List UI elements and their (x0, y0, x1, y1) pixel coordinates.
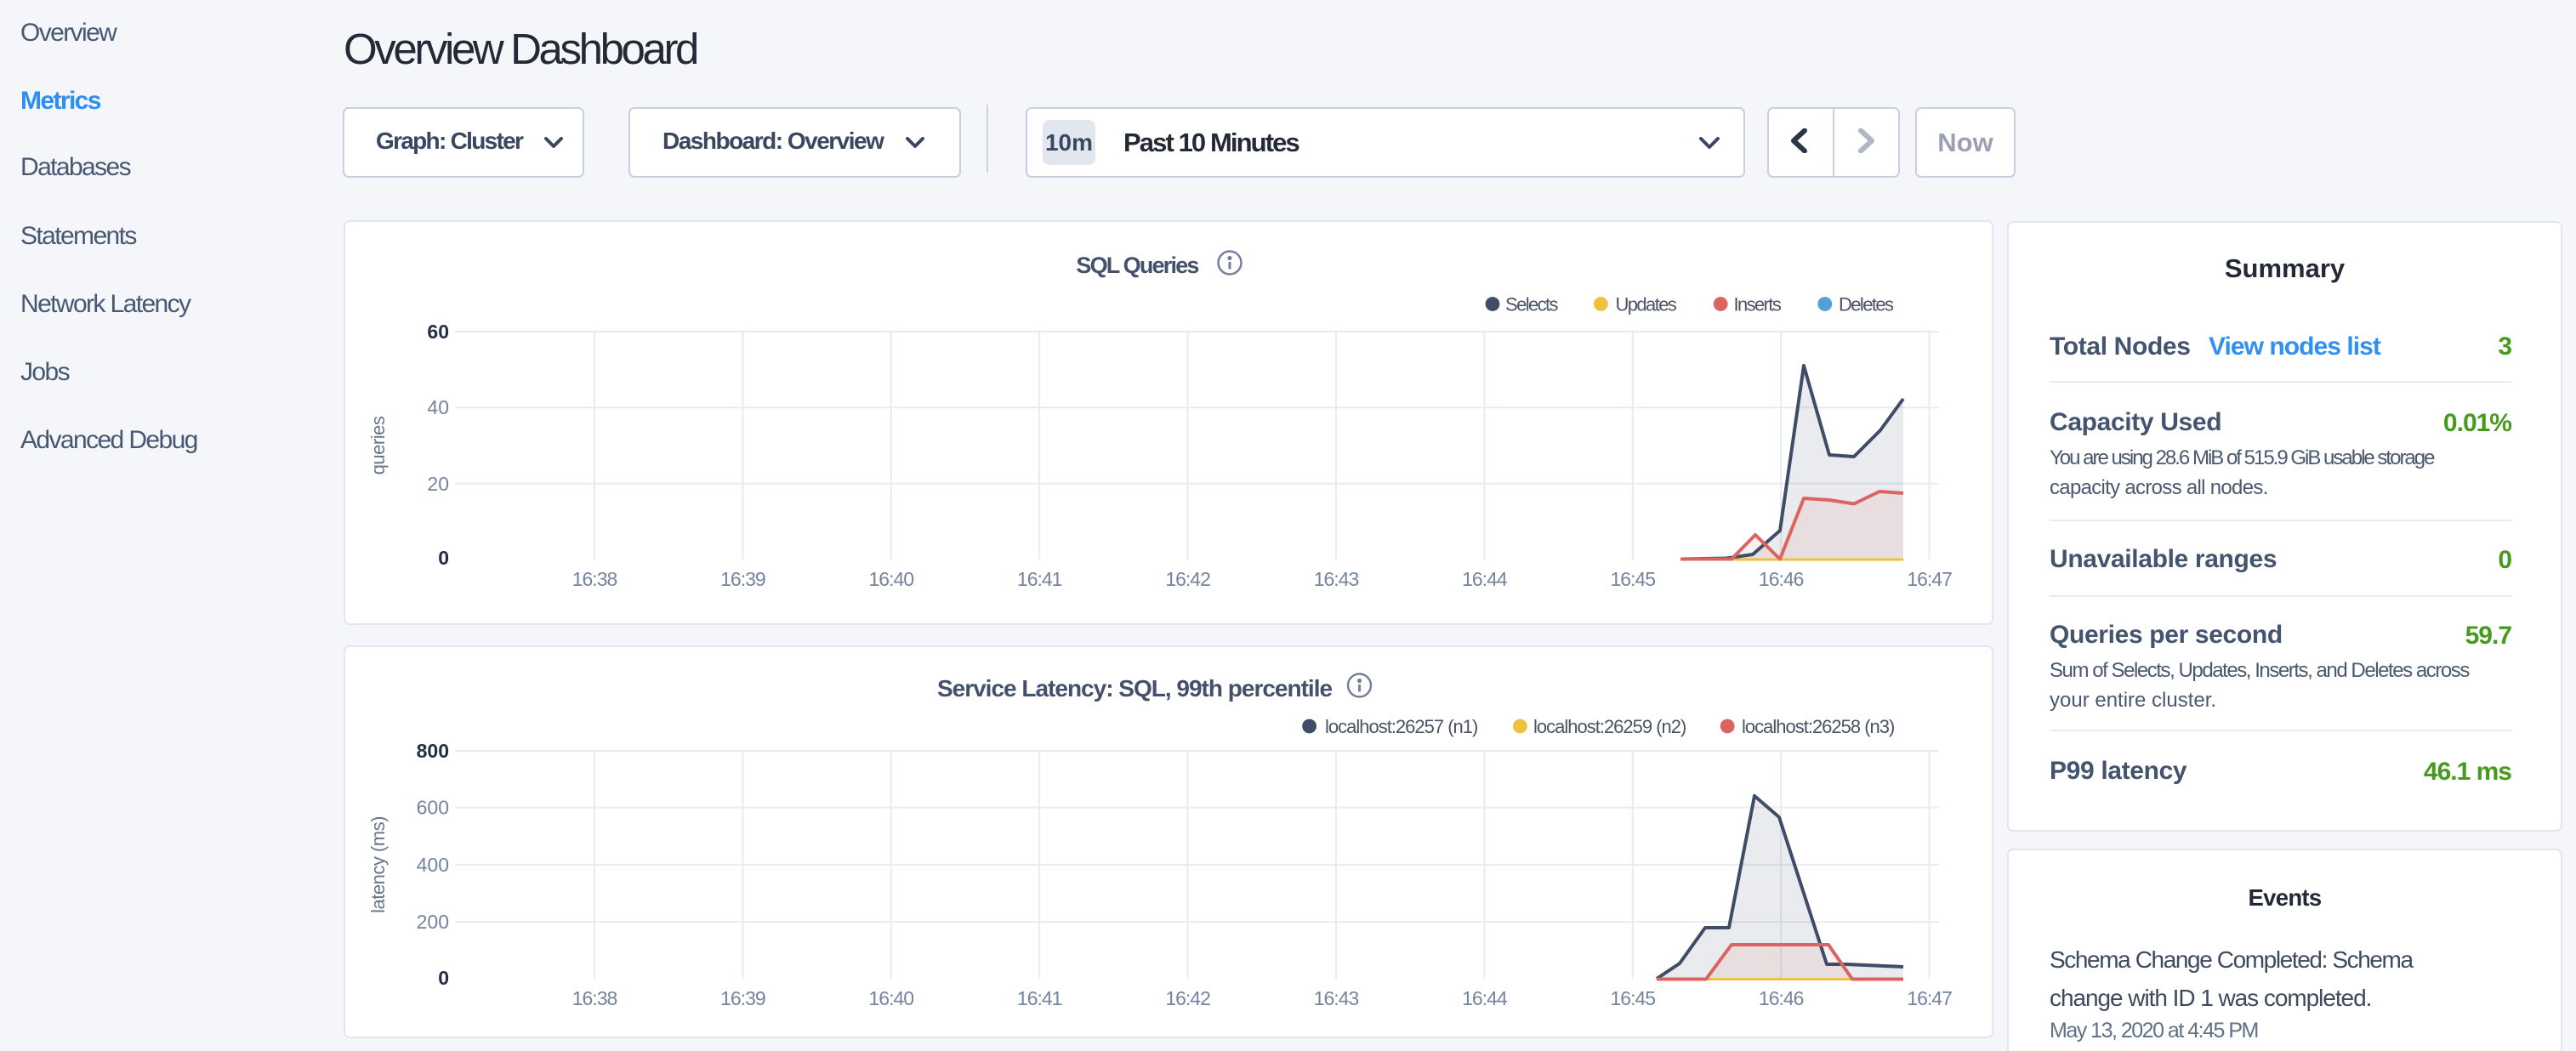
svg-text:16:38: 16:38 (572, 987, 617, 1009)
svg-text:800: 800 (417, 740, 449, 762)
svg-text:400: 400 (417, 854, 449, 876)
svg-text:16:43: 16:43 (1314, 987, 1359, 1009)
svg-text:16:39: 16:39 (720, 987, 765, 1009)
svg-text:latency (ms): latency (ms) (367, 816, 389, 913)
svg-text:Service Latency: SQL, 99th per: Service Latency: SQL, 99th percentile (937, 675, 1333, 702)
svg-text:localhost:26259 (n2): localhost:26259 (n2) (1533, 716, 1686, 737)
svg-text:16:47: 16:47 (1907, 987, 1952, 1009)
svg-text:16:41: 16:41 (1017, 987, 1062, 1009)
svg-text:0: 0 (438, 967, 449, 989)
svg-text:localhost:26257 (n1): localhost:26257 (n1) (1325, 716, 1477, 737)
svg-text:16:46: 16:46 (1759, 987, 1804, 1009)
svg-text:16:42: 16:42 (1165, 987, 1210, 1009)
svg-text:16:43: 16:43 (1314, 568, 1359, 590)
svg-text:16:46: 16:46 (1759, 568, 1804, 590)
svg-text:16:38: 16:38 (572, 568, 617, 590)
svg-text:600: 600 (417, 797, 449, 819)
svg-text:16:41: 16:41 (1017, 568, 1062, 590)
svg-text:16:40: 16:40 (869, 987, 914, 1009)
svg-text:40: 40 (427, 396, 449, 418)
svg-text:localhost:26258 (n3): localhost:26258 (n3) (1742, 716, 1894, 737)
svg-text:Inserts: Inserts (1734, 294, 1782, 315)
svg-text:Selects: Selects (1505, 294, 1559, 315)
svg-text:queries: queries (367, 416, 389, 474)
svg-text:16:44: 16:44 (1462, 987, 1508, 1009)
svg-text:60: 60 (427, 321, 449, 343)
svg-text:0: 0 (438, 547, 449, 569)
svg-text:SQL Queries: SQL Queries (1076, 253, 1198, 278)
svg-text:Updates: Updates (1616, 294, 1677, 315)
svg-text:16:44: 16:44 (1462, 568, 1508, 590)
svg-text:200: 200 (417, 911, 449, 933)
svg-text:Deletes: Deletes (1839, 294, 1894, 315)
svg-text:16:39: 16:39 (720, 568, 765, 590)
svg-text:16:45: 16:45 (1611, 987, 1656, 1009)
svg-text:16:45: 16:45 (1611, 568, 1656, 590)
svg-text:16:42: 16:42 (1165, 568, 1210, 590)
svg-text:16:47: 16:47 (1907, 568, 1952, 590)
svg-text:20: 20 (427, 473, 449, 495)
svg-text:16:40: 16:40 (869, 568, 914, 590)
